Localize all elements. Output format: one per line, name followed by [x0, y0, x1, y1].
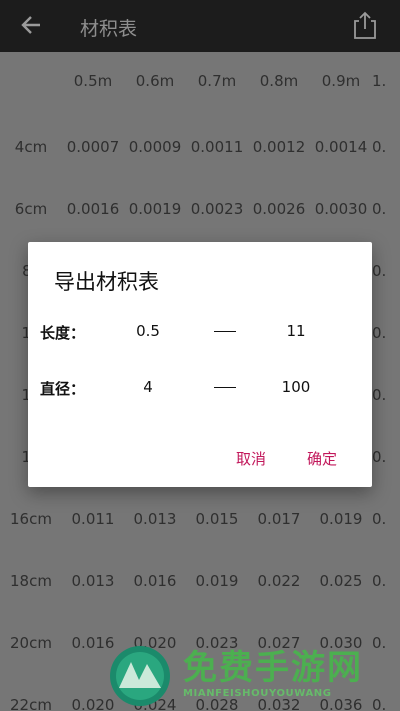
row-label: 16cm: [10, 510, 52, 528]
column-header: 0.8m: [259, 72, 299, 90]
column-header: 1.: [372, 72, 387, 90]
table-cell: 0.: [372, 386, 387, 404]
table-cell: 0.0011: [190, 138, 244, 156]
table-row: 18cm 0.013 0.016 0.019 0.022 0.025 0.: [0, 548, 400, 610]
watermark: 免费手游网 MIANFEISHOUYOUWANG: [105, 640, 400, 711]
table-cell: 0.0012: [252, 138, 306, 156]
table-row: 16cm 0.011 0.013 0.015 0.017 0.019 0.: [0, 486, 400, 548]
table-cell: 0.016: [133, 572, 177, 590]
column-header: 0.7m: [197, 72, 237, 90]
range-dash: [214, 387, 236, 388]
page-title: 材积表: [80, 18, 138, 40]
table-header-row: 0.5m 0.6m 0.7m 0.8m 0.9m 1.: [0, 52, 400, 114]
cancel-button[interactable]: 取消: [236, 448, 266, 469]
table-cell: 0.025: [319, 572, 363, 590]
row-label: 4cm: [14, 138, 48, 156]
table-cell: 0.017: [257, 510, 301, 528]
export-dialog: 导出材积表 长度： 0.5 11 直径： 4 100 取消 确定: [28, 242, 372, 487]
table-cell: 0.022: [257, 572, 301, 590]
table-cell: 0.013: [71, 572, 115, 590]
table-cell: 0.015: [195, 510, 239, 528]
share-icon[interactable]: [352, 10, 378, 40]
table-cell: 0.: [372, 200, 387, 218]
watermark-logo-icon: [110, 646, 170, 706]
confirm-button[interactable]: 确定: [307, 448, 337, 469]
column-header: 0.9m: [321, 72, 361, 90]
diameter-from-field[interactable]: 4: [118, 378, 178, 396]
table-cell: 0.: [372, 572, 387, 590]
table-cell: 0.019: [319, 510, 363, 528]
row-label: 6cm: [14, 200, 48, 218]
watermark-subtext: MIANFEISHOUYOUWANG: [183, 688, 332, 699]
diameter-label: 直径：: [40, 380, 86, 398]
diameter-to-field[interactable]: 100: [266, 378, 326, 396]
length-to-field[interactable]: 11: [266, 322, 326, 340]
table-cell: 0.: [372, 448, 387, 466]
table-cell: 0.0016: [66, 200, 120, 218]
table-cell: 0.: [372, 324, 387, 342]
table-cell: 0.0026: [252, 200, 306, 218]
column-header: 0.5m: [73, 72, 113, 90]
table-cell: 0.0014: [314, 138, 368, 156]
table-cell: 0.: [372, 262, 387, 280]
dialog-title: 导出材积表: [54, 270, 159, 294]
column-header: 0.6m: [135, 72, 175, 90]
range-dash: [214, 331, 236, 332]
table-cell: 0.: [372, 510, 387, 528]
table-cell: 0.0030: [314, 200, 368, 218]
arrow-left-icon[interactable]: [18, 10, 46, 40]
table-row: 6cm 0.0016 0.0019 0.0023 0.0026 0.0030 0.: [0, 176, 400, 238]
table-row: 4cm 0.0007 0.0009 0.0011 0.0012 0.0014 0.: [0, 114, 400, 176]
table-cell: 0.013: [133, 510, 177, 528]
watermark-text: 免费手游网: [183, 648, 363, 688]
table-cell: 0.0007: [66, 138, 120, 156]
row-label: 22cm: [10, 696, 52, 711]
table-cell: 0.019: [195, 572, 239, 590]
app-bar: 材积表: [0, 0, 400, 52]
table-cell: 0.011: [71, 510, 115, 528]
table-cell: 0.0019: [128, 200, 182, 218]
table-cell: 0.: [372, 138, 387, 156]
row-label: 20cm: [10, 634, 52, 652]
table-cell: 0.0009: [128, 138, 182, 156]
row-label: 18cm: [10, 572, 52, 590]
length-label: 长度：: [40, 324, 86, 342]
table-cell: 0.0023: [190, 200, 244, 218]
length-from-field[interactable]: 0.5: [118, 322, 178, 340]
